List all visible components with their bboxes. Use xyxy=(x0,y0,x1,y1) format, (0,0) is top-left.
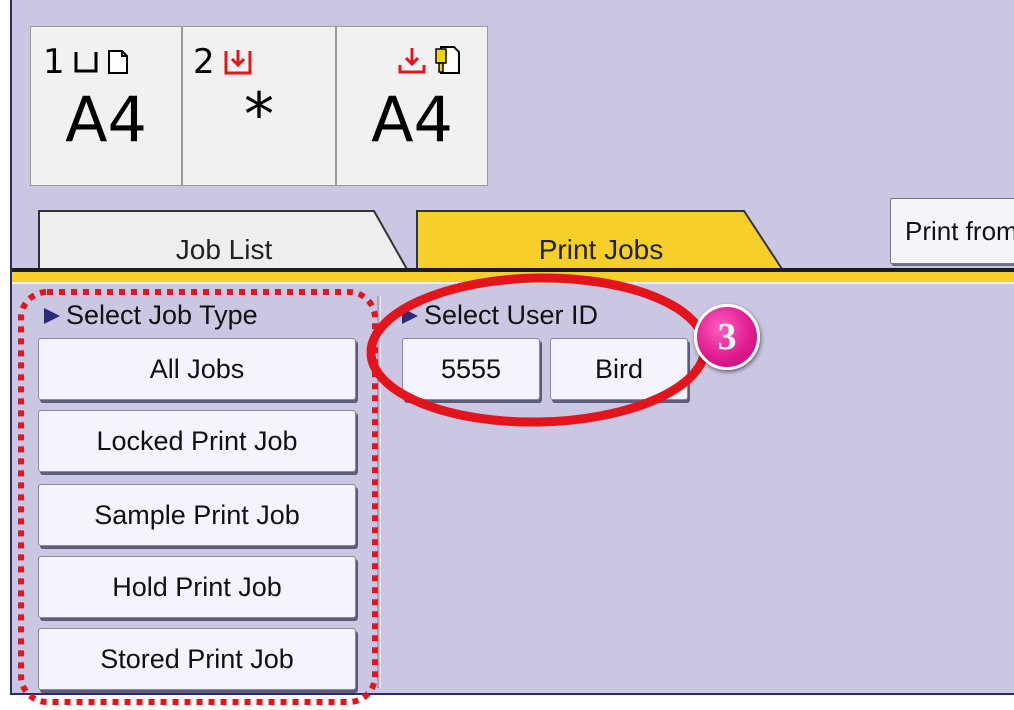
tray-paper-size: A4 xyxy=(371,83,453,156)
tab-job-list-label: Job List xyxy=(175,234,273,265)
tray-1[interactable]: 1 A4 xyxy=(30,26,182,186)
bypass-arrow-icon xyxy=(398,48,426,74)
step-number-badge: 3 xyxy=(694,304,760,370)
select-user-id-label: Select User ID xyxy=(424,300,599,330)
user-id-5555-button[interactable]: 5555 xyxy=(402,338,540,400)
triangle-arrow-icon xyxy=(44,307,60,324)
tab-print-jobs[interactable]: Print Jobs xyxy=(416,210,786,272)
paper-sheet-icon xyxy=(107,50,128,74)
panel-divider-highlight xyxy=(380,296,381,688)
tab-underline xyxy=(12,272,1014,282)
bypass-tray-icon xyxy=(224,50,252,75)
all-jobs-button[interactable]: All Jobs xyxy=(38,338,356,400)
select-user-id-heading: Select User ID xyxy=(402,300,598,331)
select-job-type-heading: Select Job Type xyxy=(44,300,258,331)
key-paper-icon xyxy=(435,46,460,74)
stored-print-job-button[interactable]: Stored Print Job xyxy=(38,628,356,690)
hold-print-job-button[interactable]: Hold Print Job xyxy=(38,556,356,618)
locked-print-job-button[interactable]: Locked Print Job xyxy=(38,410,356,472)
tab-job-list[interactable]: Job List xyxy=(38,210,410,272)
paper-tray-icon xyxy=(74,52,98,73)
panel-divider xyxy=(377,296,379,688)
tray-2[interactable]: 2 * xyxy=(182,26,336,186)
tray-number: 1 xyxy=(43,42,65,82)
tray-number: 2 xyxy=(193,42,215,82)
tab-print-jobs-label: Print Jobs xyxy=(538,234,664,265)
sample-print-job-button[interactable]: Sample Print Job xyxy=(38,484,356,546)
user-id-bird-button[interactable]: Bird xyxy=(550,338,688,400)
tab-rule-highlight xyxy=(12,282,1014,284)
tray-3[interactable]: A4 xyxy=(336,26,488,186)
select-job-type-label: Select Job Type xyxy=(66,300,258,330)
tray-paper-size: A4 xyxy=(65,83,147,156)
triangle-arrow-icon xyxy=(402,307,418,324)
tray-paper-size: * xyxy=(244,80,274,150)
print-from-button[interactable]: Print from xyxy=(890,198,1014,264)
